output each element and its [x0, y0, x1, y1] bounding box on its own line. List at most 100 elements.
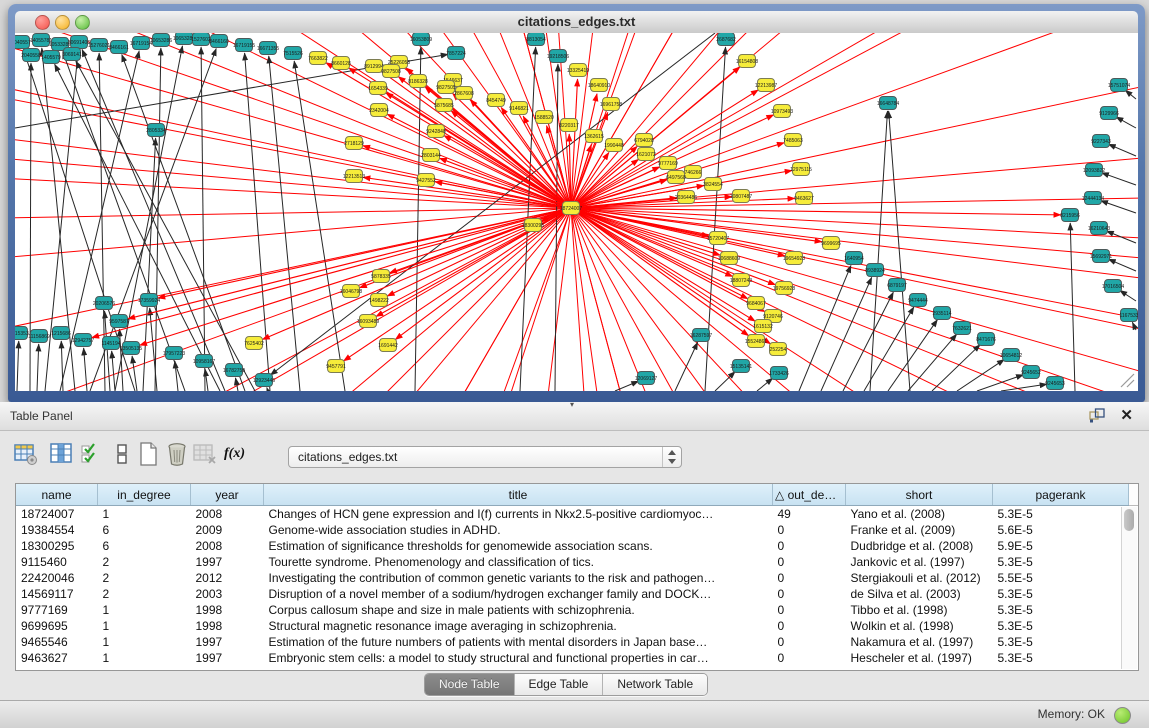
graph-node[interactable]: 9463627: [794, 192, 814, 205]
table-row[interactable]: 1830029562008Estimation of significance …: [16, 538, 1139, 554]
table-vertical-scrollbar[interactable]: [1121, 507, 1137, 669]
table-cell[interactable]: 22420046: [16, 570, 98, 586]
graph-node[interactable]: 1733426: [769, 367, 789, 380]
graph-node[interactable]: 3915353: [15, 327, 29, 340]
node-table[interactable]: namein_degreeyeartitle△ out_de…shortpage…: [16, 484, 1139, 666]
graph-node[interactable]: 12975115: [790, 163, 812, 176]
table-cell[interactable]: Hescheler et al. (1997): [846, 650, 993, 666]
table-cell[interactable]: Corpus callosum shape and size in male p…: [264, 602, 773, 618]
graph-node[interactable]: 1588520: [534, 111, 554, 124]
graph-node[interactable]: 12093822: [1083, 164, 1105, 177]
graph-node[interactable]: 2935114: [932, 307, 951, 320]
graph-node[interactable]: 10688609: [718, 252, 740, 265]
graph-node[interactable]: 10654812: [1000, 349, 1022, 362]
graph-node[interactable]: 1654339: [368, 82, 388, 95]
graph-node[interactable]: 13325419: [567, 64, 589, 77]
graph-node[interactable]: 9427552: [416, 174, 436, 187]
table-cell[interactable]: 2: [98, 586, 191, 602]
graph-node[interactable]: 1990448: [604, 139, 624, 152]
table-cell[interactable]: 5.3E-5: [993, 586, 1129, 602]
graph-node[interactable]: 15692971: [1090, 250, 1112, 263]
graph-node[interactable]: 6879197: [887, 279, 907, 292]
table-cell[interactable]: 0: [773, 522, 846, 538]
network-graph-canvas[interactable]: 2040557140557811053328730691406152760218…: [15, 33, 1138, 391]
column-header-short[interactable]: short: [846, 484, 993, 506]
table-cell[interactable]: Tourette syndrome. Phenomenology and cla…: [264, 554, 773, 570]
table-row[interactable]: 1872400712008Changes of HCN gene express…: [16, 506, 1139, 523]
graph-node[interactable]: 8466161: [109, 41, 129, 54]
table-cell[interactable]: 5.9E-5: [993, 538, 1129, 554]
table-cell[interactable]: 1998: [191, 618, 264, 634]
tab-node-table[interactable]: Node Table: [425, 674, 515, 695]
graph-node[interactable]: 12942757: [72, 334, 94, 347]
graph-node[interactable]: 20206576: [93, 297, 115, 310]
graph-node[interactable]: 1405579: [41, 51, 61, 64]
graph-node[interactable]: 3824554: [703, 178, 723, 191]
scrollbar-thumb[interactable]: [1124, 509, 1134, 531]
graph-node[interactable]: 8215956: [1060, 209, 1080, 222]
table-cell[interactable]: 2: [98, 554, 191, 570]
graph-node[interactable]: 9242848: [426, 125, 446, 138]
table-cell[interactable]: 9465546: [16, 634, 98, 650]
column-header-pagerank[interactable]: pagerank: [993, 484, 1129, 506]
table-cell[interactable]: 1: [98, 618, 191, 634]
graph-node[interactable]: 9129966: [1099, 107, 1119, 120]
memory-ok-indicator-icon[interactable]: [1114, 707, 1131, 724]
graph-node[interactable]: 9227343: [1091, 135, 1111, 148]
graph-node[interactable]: 15751074: [1108, 79, 1130, 92]
graph-node[interactable]: 16961758: [600, 98, 622, 111]
table-cell[interactable]: 9115460: [16, 554, 98, 570]
graph-node[interactable]: 16648784: [877, 97, 899, 110]
resize-grip-icon[interactable]: [1121, 374, 1134, 387]
table-cell[interactable]: 5.3E-5: [993, 602, 1129, 618]
graph-node[interactable]: 9245653: [1045, 377, 1065, 390]
table-cell[interactable]: 2012: [191, 570, 264, 586]
graph-node[interactable]: 9474444: [908, 294, 928, 307]
graph-node[interactable]: 15276021: [88, 39, 110, 52]
graph-node[interactable]: 16046798: [340, 285, 362, 298]
table-cell[interactable]: 9463627: [16, 650, 98, 666]
graph-node[interactable]: 7632621: [952, 322, 972, 335]
graph-node[interactable]: 1362615: [584, 130, 604, 143]
table-cell[interactable]: 1: [98, 602, 191, 618]
tab-network-table[interactable]: Network Table: [603, 674, 707, 695]
graph-node[interactable]: 1498222: [369, 294, 389, 307]
table-cell[interactable]: 2: [98, 570, 191, 586]
table-cell[interactable]: 49: [773, 506, 846, 523]
column-header-title[interactable]: title: [264, 484, 773, 506]
graph-node[interactable]: 15720407: [707, 232, 729, 245]
graph-node[interactable]: 18300295: [522, 219, 544, 232]
table-cell[interactable]: 1997: [191, 634, 264, 650]
graph-node[interactable]: 1145194: [101, 337, 120, 350]
graph-node[interactable]: 8186328: [408, 75, 428, 88]
table-cell[interactable]: 6: [98, 522, 191, 538]
graph-node[interactable]: 16782759: [223, 364, 245, 377]
graph-node[interactable]: 19218506: [547, 50, 569, 63]
graph-node[interactable]: 10973493: [771, 105, 793, 118]
graph-node[interactable]: 1167533: [1119, 309, 1138, 322]
table-cell[interactable]: 19384554: [16, 522, 98, 538]
graph-node[interactable]: 17359924: [138, 294, 160, 307]
graph-node[interactable]: 2867608: [454, 87, 474, 100]
table-cell[interactable]: 0: [773, 650, 846, 666]
graph-node[interactable]: 17957223: [163, 347, 185, 360]
graph-node[interactable]: 12069127: [635, 372, 657, 385]
graph-node[interactable]: 20364486: [675, 191, 697, 204]
table-cell[interactable]: 1: [98, 506, 191, 523]
column-header-name[interactable]: name: [16, 484, 98, 506]
graph-node[interactable]: 2040558: [21, 49, 41, 62]
table-cell[interactable]: 1: [98, 650, 191, 666]
tab-edge-table[interactable]: Edge Table: [515, 674, 604, 695]
table-cell[interactable]: Tibbo et al. (1998): [846, 602, 993, 618]
graph-node[interactable]: 8220317: [559, 119, 579, 132]
graph-node[interactable]: 1527602: [191, 33, 211, 46]
table-cell[interactable]: 0: [773, 634, 846, 650]
table-cell[interactable]: Changes of HCN gene expression and I(f) …: [264, 506, 773, 523]
graph-node[interactable]: 15524861: [745, 335, 767, 348]
graph-node[interactable]: 746266: [685, 166, 702, 179]
graph-node[interactable]: 9777169: [658, 157, 678, 170]
table-cell[interactable]: 1997: [191, 650, 264, 666]
graph-node[interactable]: 7625402: [244, 337, 264, 350]
table-cell[interactable]: Nakamura et al. (1997): [846, 634, 993, 650]
table-cell[interactable]: 6: [98, 538, 191, 554]
